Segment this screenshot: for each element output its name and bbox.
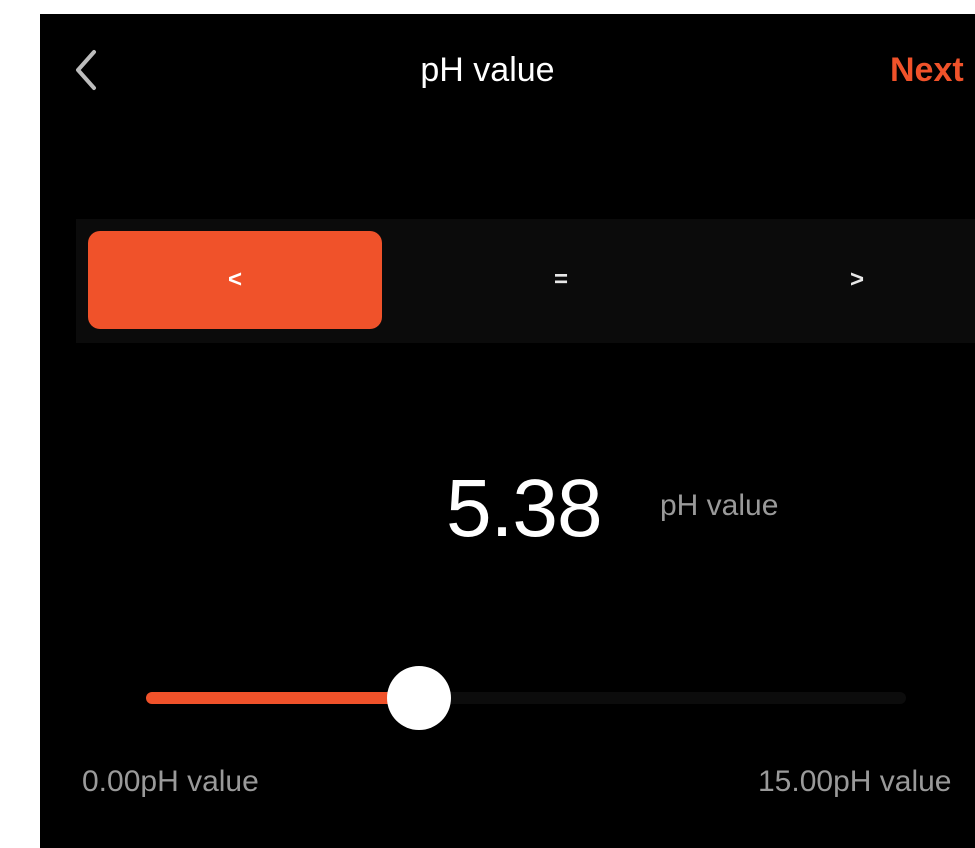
slider-thumb[interactable] bbox=[387, 666, 451, 730]
slider-min-label: 0.00pH value bbox=[82, 765, 259, 798]
next-button[interactable]: Next bbox=[890, 50, 964, 90]
ph-value-slider[interactable] bbox=[146, 666, 906, 730]
ph-value-unit: pH value bbox=[660, 489, 779, 522]
slider-max-label: 15.00pH value bbox=[758, 765, 952, 798]
page-title: pH value bbox=[420, 51, 555, 89]
slider-fill bbox=[146, 692, 419, 704]
comparator-less-than-option[interactable]: < bbox=[88, 231, 382, 329]
comparator-segmented-control: < = > bbox=[76, 219, 975, 343]
comparator-greater-than-option[interactable]: > bbox=[710, 231, 975, 329]
value-readout: 5.38 pH value bbox=[40, 464, 975, 554]
comparator-equal-option[interactable]: = bbox=[414, 231, 708, 329]
ph-value-number: 5.38 bbox=[446, 463, 603, 554]
ph-condition-screen: pH value Next < = > 5.38 pH value 0.00pH… bbox=[40, 14, 975, 848]
